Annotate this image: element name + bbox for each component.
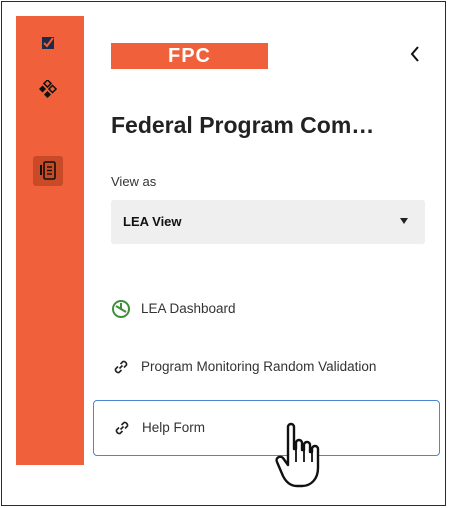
view-as-selected-value: LEA View <box>123 214 182 229</box>
caret-down-icon <box>400 218 408 224</box>
nav-item-program-monitoring[interactable]: Program Monitoring Random Validation <box>93 342 440 394</box>
nav-item-lea-dashboard[interactable]: LEA Dashboard <box>93 284 440 336</box>
view-as-dropdown[interactable]: LEA View <box>111 200 425 244</box>
chevron-left-icon <box>410 46 419 62</box>
hand-pointer-cursor-icon <box>275 422 320 488</box>
rail-item-diamond-grid[interactable] <box>33 74 63 104</box>
nav-item-help-form[interactable]: Help Form <box>93 400 440 456</box>
fpc-logo: FPC <box>111 43 268 69</box>
app-frame: FPC Federal Program Com… View as LEA Vie… <box>1 1 446 506</box>
rail-item-document[interactable] <box>33 156 63 186</box>
dashboard-icon <box>112 300 130 318</box>
nav-item-label: Program Monitoring Random Validation <box>141 359 377 374</box>
nav-item-label: Help Form <box>142 420 206 435</box>
left-rail <box>16 16 84 465</box>
link-icon <box>115 421 129 435</box>
page-title: Federal Program Com… <box>111 112 375 138</box>
nav-item-label: LEA Dashboard <box>141 301 236 316</box>
checkbox-icon <box>42 37 54 49</box>
view-as-label: View as <box>111 174 157 189</box>
diamond-grid-icon <box>39 80 57 98</box>
link-icon <box>114 360 128 374</box>
rail-item-checkbox[interactable] <box>33 28 63 58</box>
collapse-panel-button[interactable] <box>404 41 426 67</box>
navigation-panel: FPC Federal Program Com… View as LEA Vie… <box>84 16 444 465</box>
document-icon <box>40 161 56 180</box>
